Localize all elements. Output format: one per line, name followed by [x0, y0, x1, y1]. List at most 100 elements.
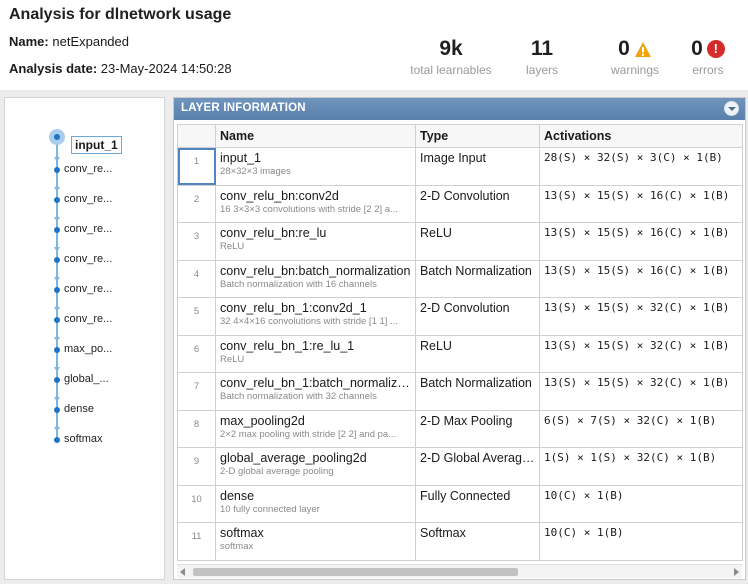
errors-label: errors: [692, 63, 724, 77]
layer-name: max_pooling2d: [220, 413, 305, 428]
layer-name-cell: conv_relu_bn:conv2d 16 3×3×3 convolutions…: [215, 184, 416, 223]
graph-node[interactable]: conv_re...: [5, 251, 165, 271]
graph-node-dot[interactable]: [54, 134, 60, 140]
layer-name: dense: [220, 488, 255, 503]
graph-node-label: max_po...: [64, 343, 113, 355]
table-row[interactable]: 1 input_1 28×32×3 images Image Input 28(S…: [177, 147, 743, 186]
stat-warnings[interactable]: 0 warnings: [604, 36, 666, 77]
layer-name: conv_relu_bn_1:batch_normalizatio...: [220, 376, 411, 390]
layer-activations-cell: 13(S) × 15(S) × 32(C) × 1(B): [539, 297, 743, 336]
horizontal-scrollbar[interactable]: [177, 564, 742, 578]
graph-node[interactable]: conv_re...: [5, 311, 165, 331]
layer-activations-cell: 28(S) × 32(S) × 3(C) × 1(B): [539, 147, 743, 186]
network-name: Name: netExpanded: [9, 34, 129, 49]
layer-name-cell: conv_relu_bn_1:re_lu_1 ReLU: [215, 334, 416, 373]
collapse-chevron-icon[interactable]: [724, 101, 739, 116]
layer-type-cell: 2-D Convolution: [415, 184, 540, 223]
layer-description: ReLU: [220, 353, 245, 365]
layer-description: Batch normalization with 32 channels: [220, 391, 377, 402]
graph-node[interactable]: softmax: [5, 431, 165, 451]
layer-type-cell: Batch Normalization: [415, 372, 540, 411]
layer-name-cell: softmax softmax: [215, 522, 416, 561]
layer-activations: 1(S) × 1(S) × 32(C) × 1(B): [544, 451, 717, 464]
row-index: 10: [177, 484, 216, 523]
graph-node[interactable]: conv_re...: [5, 161, 165, 181]
table-row[interactable]: 7 conv_relu_bn_1:batch_normalizatio... Ba…: [177, 372, 743, 411]
table-row[interactable]: 10 dense 10 fully connected layer Fully C…: [177, 484, 743, 523]
layer-activations: 13(S) × 15(S) × 32(C) × 1(B): [544, 338, 730, 352]
table-row[interactable]: 6 conv_relu_bn_1:re_lu_1 ReLU ReLU 13(S) …: [177, 334, 743, 373]
layer-name-cell: global_average_pooling2d 2-D global avera…: [215, 447, 416, 486]
scrollbar-thumb[interactable]: [193, 568, 518, 576]
column-header-index[interactable]: [177, 124, 216, 148]
graph-node-label: conv_re...: [64, 163, 113, 175]
graph-node-label: conv_re...: [64, 193, 113, 205]
graph-node-dot: [54, 377, 60, 383]
graph-node[interactable]: conv_re...: [5, 221, 165, 241]
layer-description: Batch normalization with 16 channels: [220, 278, 377, 290]
layer-activations: 13(S) × 15(S) × 16(C) × 1(B): [544, 226, 730, 239]
row-index: 9: [177, 447, 216, 486]
graph-node-label: conv_re...: [64, 253, 113, 265]
layer-type-cell: Image Input: [415, 147, 540, 186]
layer-name: global_average_pooling2d: [220, 451, 367, 465]
graph-node-label: conv_re...: [64, 283, 113, 295]
warnings-count: 0: [618, 37, 630, 60]
error-circle-icon: !: [706, 40, 725, 58]
layer-description: 32 4×4×16 convolutions with stride [1 1]…: [220, 316, 398, 327]
layer-activations-cell: 10(C) × 1(B): [539, 484, 743, 523]
graph-node-dot: [54, 257, 60, 263]
layer-description: 10 fully connected layer: [220, 503, 320, 515]
date-label: Analysis date:: [9, 61, 98, 76]
row-index: 2: [177, 184, 216, 223]
table-row[interactable]: 8 max_pooling2d 2×2 max pooling with stri…: [177, 409, 743, 448]
layer-name-cell: dense 10 fully connected layer: [215, 484, 416, 523]
analysis-date: Analysis date: 23-May-2024 14:50:28: [9, 61, 232, 76]
graph-node-dot: [54, 317, 60, 323]
layer-activations-cell: 13(S) × 15(S) × 16(C) × 1(B): [539, 259, 743, 298]
date-value: 23-May-2024 14:50:28: [100, 61, 232, 76]
layer-name: conv_relu_bn_1:conv2d_1: [220, 301, 367, 315]
layer-activations: 13(S) × 15(S) × 32(C) × 1(B): [544, 301, 730, 314]
layer-activations: 10(C) × 1(B): [544, 488, 624, 502]
layer-activations-cell: 10(C) × 1(B): [539, 522, 743, 561]
layer-type: Batch Normalization: [420, 263, 532, 278]
graph-node-dot: [54, 197, 60, 203]
layer-name: softmax: [220, 526, 264, 540]
warnings-label: warnings: [610, 63, 660, 77]
row-index: 5: [177, 297, 216, 336]
layer-activations-cell: 6(S) × 7(S) × 32(C) × 1(B): [539, 409, 743, 448]
layer-activations-cell: 13(S) × 15(S) × 32(C) × 1(B): [539, 334, 743, 373]
row-index: 1: [177, 147, 216, 186]
column-header-activations[interactable]: Activations: [539, 124, 743, 148]
table-row[interactable]: 2 conv_relu_bn:conv2d 16 3×3×3 convolutio…: [177, 184, 743, 223]
table-row[interactable]: 11 softmax softmax Softmax 10(C) × 1(B): [177, 522, 743, 561]
table-row[interactable]: 3 conv_relu_bn:re_lu ReLU ReLU 13(S) × 15…: [177, 222, 743, 261]
column-header-type[interactable]: Type: [415, 124, 540, 148]
table-row[interactable]: 9 global_average_pooling2d 2-D global ave…: [177, 447, 743, 486]
layer-name-cell: conv_relu_bn_1:batch_normalizatio... Batc…: [215, 372, 416, 411]
network-graph-panel[interactable]: input_1 conv_re... conv_re... conv_re...…: [4, 97, 165, 580]
table-row[interactable]: 5 conv_relu_bn_1:conv2d_1 32 4×4×16 convo…: [177, 297, 743, 336]
graph-node-input_1[interactable]: input_1: [71, 136, 122, 154]
graph-node[interactable]: max_po...: [5, 341, 165, 361]
graph-node[interactable]: dense: [5, 401, 165, 421]
graph-node-label: global_...: [64, 373, 109, 385]
layer-activations-cell: 1(S) × 1(S) × 32(C) × 1(B): [539, 447, 743, 486]
graph-node[interactable]: conv_re...: [5, 281, 165, 301]
graph-node-label: conv_re...: [64, 313, 113, 325]
layer-name-cell: conv_relu_bn:batch_normalization Batch no…: [215, 259, 416, 298]
row-index: 4: [177, 259, 216, 298]
layer-type-cell: ReLU: [415, 334, 540, 373]
layer-activations: 13(S) × 15(S) × 16(C) × 1(B): [544, 188, 730, 202]
graph-node[interactable]: global_...: [5, 371, 165, 391]
column-header-name[interactable]: Name: [215, 124, 416, 148]
scroll-left-arrow-icon[interactable]: [180, 568, 185, 576]
layer-type: 2-D Global Average ...: [420, 451, 535, 465]
graph-node[interactable]: conv_re...: [5, 191, 165, 211]
layer-activations-cell: 13(S) × 15(S) × 32(C) × 1(B): [539, 372, 743, 411]
table-row[interactable]: 4 conv_relu_bn:batch_normalization Batch …: [177, 259, 743, 298]
stat-errors[interactable]: 0 ! errors: [680, 36, 736, 77]
scroll-right-arrow-icon[interactable]: [734, 568, 739, 576]
page-title: Analysis for dlnetwork usage: [9, 6, 232, 23]
